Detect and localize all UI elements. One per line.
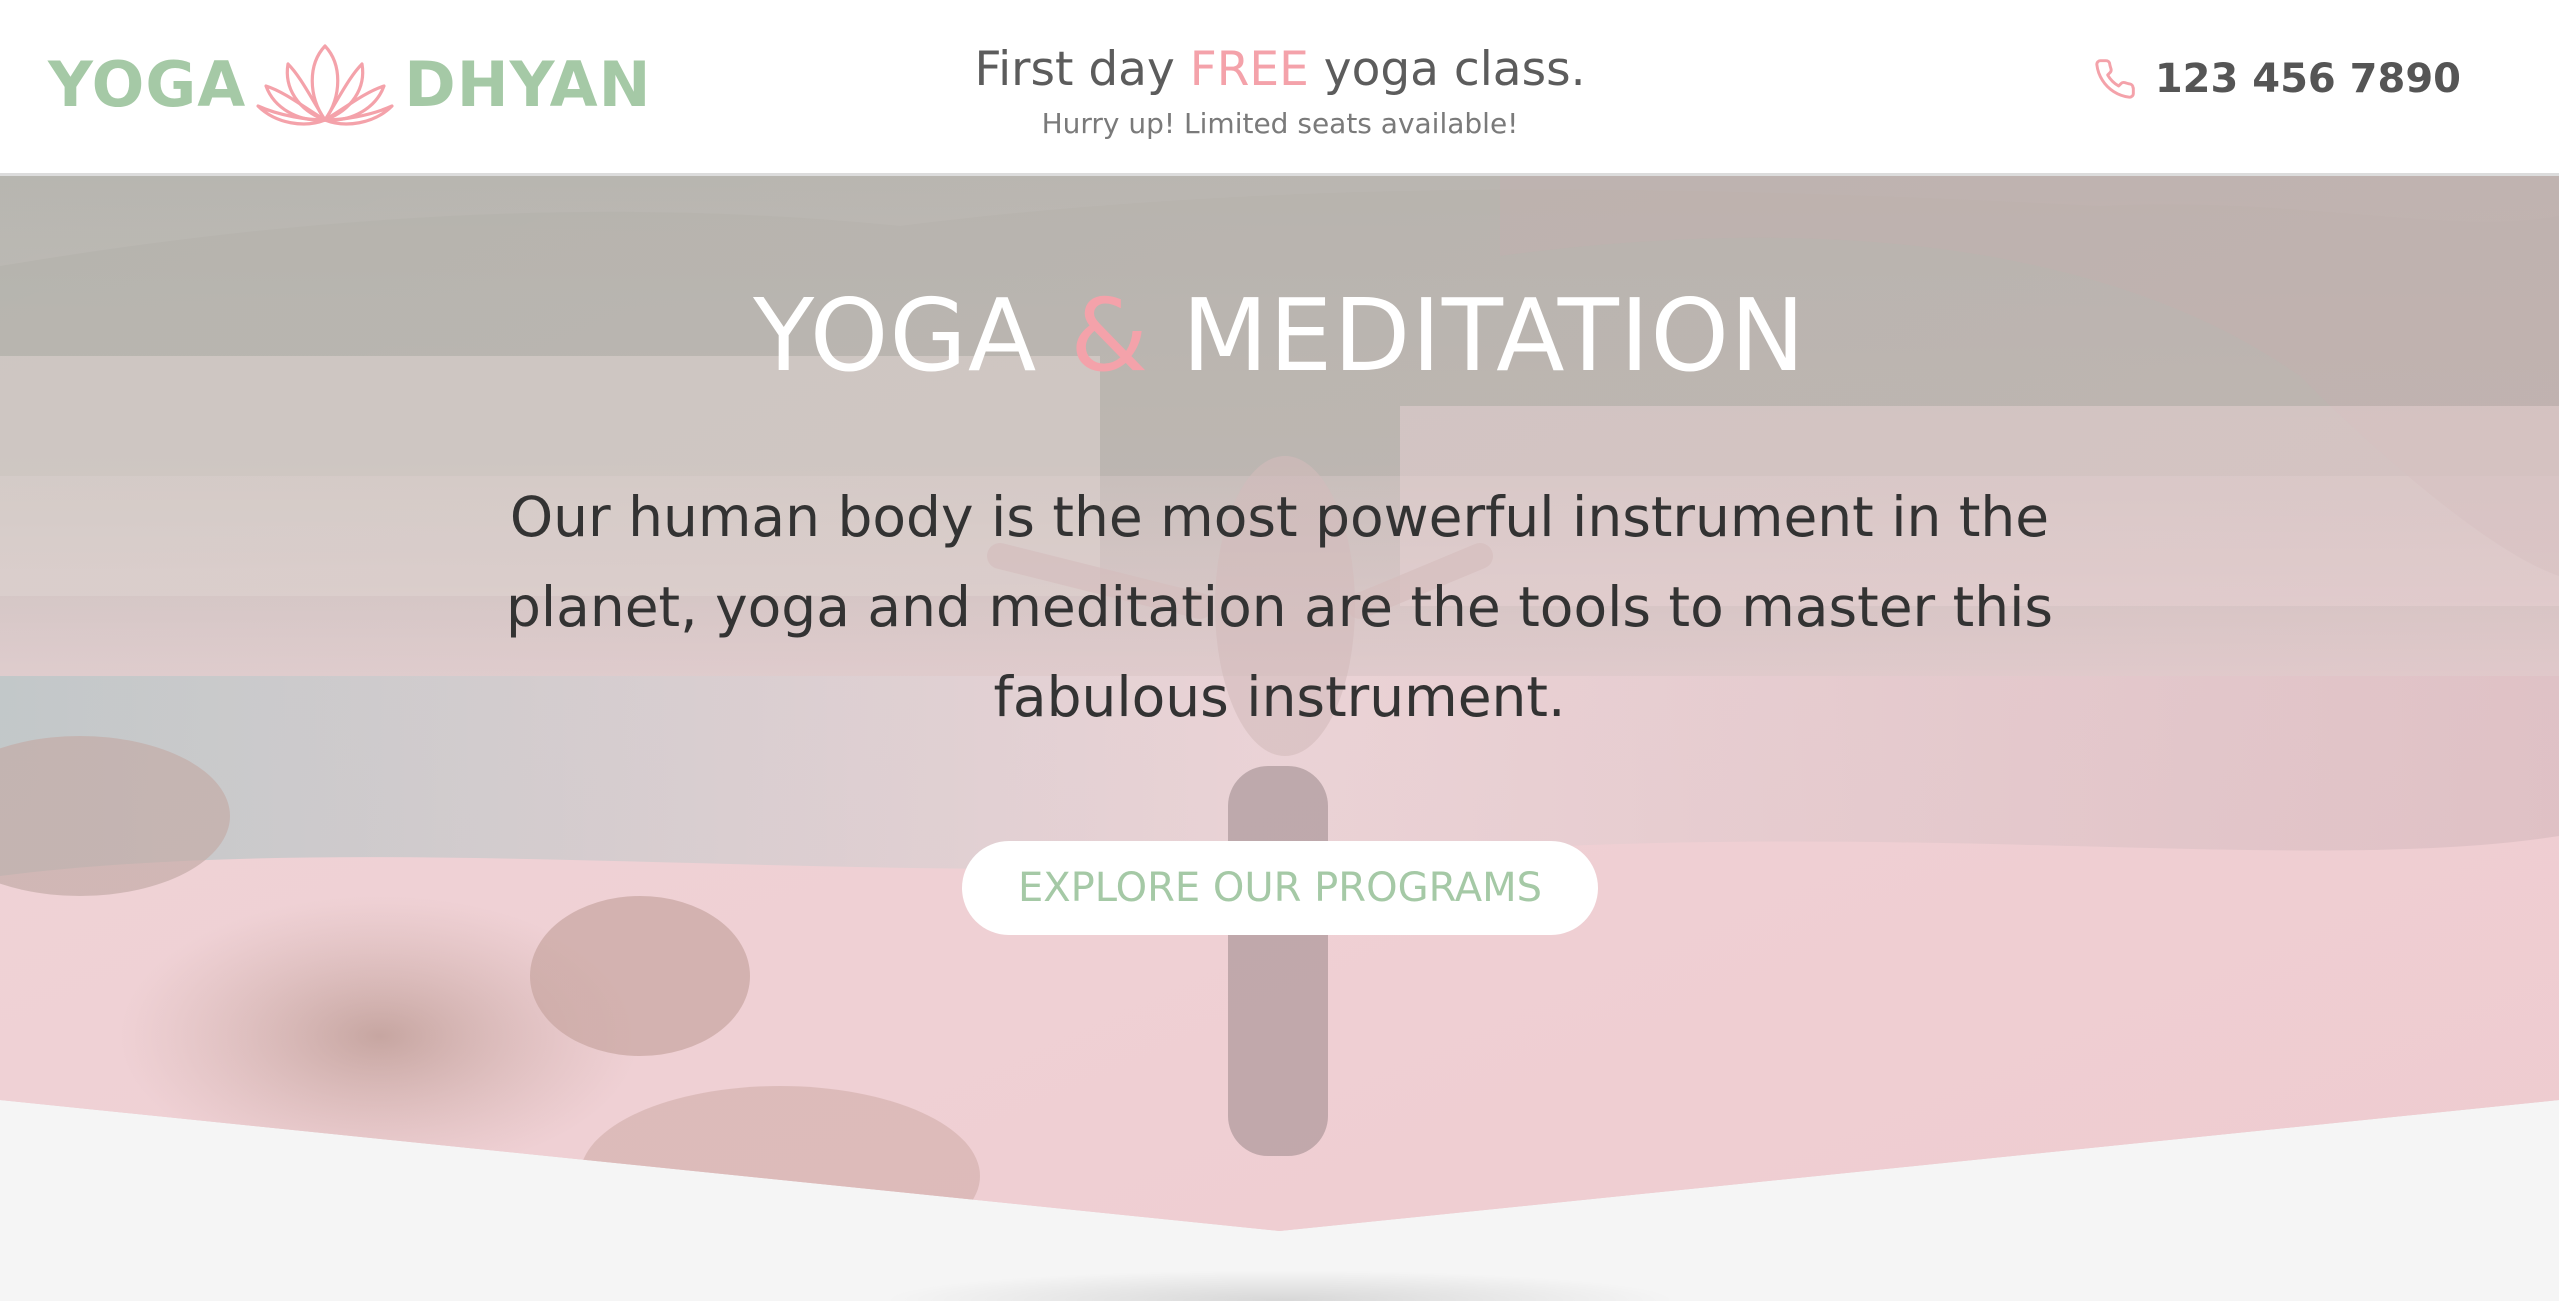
promo-banner: First day FREE yoga class. Hurry up! Lim… <box>880 40 1680 144</box>
hero-title-yoga: YOGA <box>753 277 1071 394</box>
promo-title-after: yoga class. <box>1308 42 1586 97</box>
hero-title: YOGA & MEDITATION <box>0 276 2559 396</box>
promo-free-highlight: FREE <box>1189 42 1309 97</box>
site-header: YOGA DHYAN First day FREE yoga class. Hu… <box>0 0 2559 176</box>
brand-name-left: YOGA <box>48 47 247 121</box>
section-shadow <box>880 1270 1680 1301</box>
phone-number: 123 456 7890 <box>2154 56 2461 102</box>
page: YOGA DHYAN First day FREE yoga class. Hu… <box>0 0 2559 1301</box>
promo-subtitle: Hurry up! Limited seats available! <box>1041 107 1519 140</box>
brand-logo[interactable]: YOGA DHYAN <box>48 34 651 134</box>
promo-title: First day FREE yoga class. <box>880 40 1680 100</box>
phone-contact[interactable]: 123 456 7890 <box>2093 56 2461 102</box>
hero-title-ampersand: & <box>1070 277 1150 394</box>
hero-section: YOGA & MEDITATION Our human body is the … <box>0 176 2559 1231</box>
brand-name-right: DHYAN <box>404 47 652 121</box>
phone-icon <box>2095 59 2135 99</box>
lotus-icon <box>256 44 394 126</box>
hero-title-meditation: MEDITATION <box>1149 277 1806 394</box>
promo-title-before: First day <box>974 42 1190 97</box>
explore-programs-button[interactable]: EXPLORE OUR PROGRAMS <box>962 841 1598 935</box>
hero-description: Our human body is the most powerful inst… <box>505 485 2054 729</box>
